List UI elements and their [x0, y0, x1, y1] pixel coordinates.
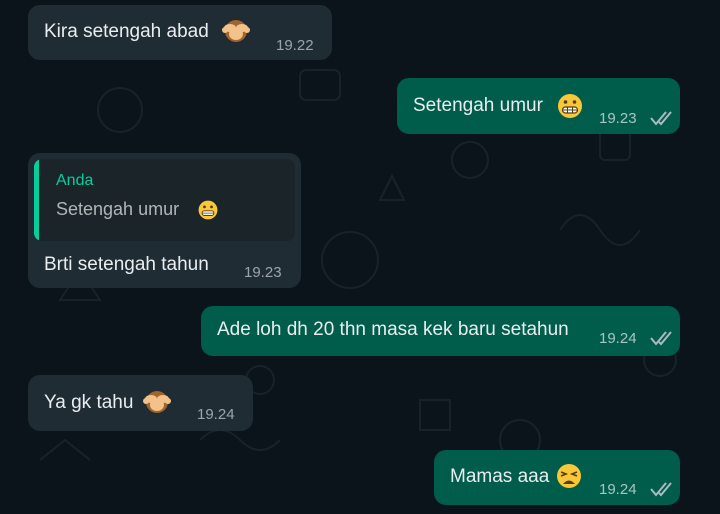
message-text: Ade loh dh 20 thn masa kek baru setahun	[217, 319, 569, 340]
read-double-check-icon	[649, 480, 677, 504]
message-bubble-outgoing[interactable]: Ade loh dh 20 thn masa kek baru setahun …	[201, 306, 680, 356]
message-text: Brti setengah tahun	[44, 254, 209, 275]
message-bubble-incoming-reply[interactable]: Anda Setengah umur Brti setengah tahun 1…	[28, 153, 301, 288]
message-bubble-outgoing[interactable]: Mamas aaa 19.24	[434, 450, 680, 505]
grimacing-face-icon	[197, 199, 219, 227]
quoted-message[interactable]: Anda Setengah umur	[34, 159, 295, 241]
message-time: 19.24	[599, 330, 637, 347]
see-no-evil-monkey-icon	[222, 16, 250, 50]
read-double-check-icon	[649, 329, 677, 353]
quote-author: Anda	[56, 172, 94, 189]
quote-text: Setengah umur	[56, 199, 180, 219]
message-bubble-incoming[interactable]: Kira setengah abad 19.22	[28, 5, 332, 60]
message-text: Mamas aaa	[450, 466, 550, 487]
quote-accent-bar	[34, 159, 39, 241]
message-text: Ya gk tahu	[44, 392, 134, 413]
grimacing-face-icon	[556, 92, 584, 126]
message-text: Setengah umur	[413, 95, 543, 116]
see-no-evil-monkey-icon	[143, 387, 171, 421]
message-text: Kira setengah abad	[44, 21, 209, 42]
message-time: 19.22	[276, 37, 314, 54]
message-time: 19.23	[244, 264, 282, 281]
message-bubble-outgoing[interactable]: Setengah umur 19.23	[397, 78, 680, 134]
weary-face-icon	[555, 462, 583, 496]
read-double-check-icon	[649, 109, 677, 133]
message-time: 19.23	[599, 110, 637, 127]
message-time: 19.24	[599, 481, 637, 498]
message-time: 19.24	[197, 406, 235, 423]
message-bubble-incoming[interactable]: Ya gk tahu 19.24	[28, 375, 253, 431]
